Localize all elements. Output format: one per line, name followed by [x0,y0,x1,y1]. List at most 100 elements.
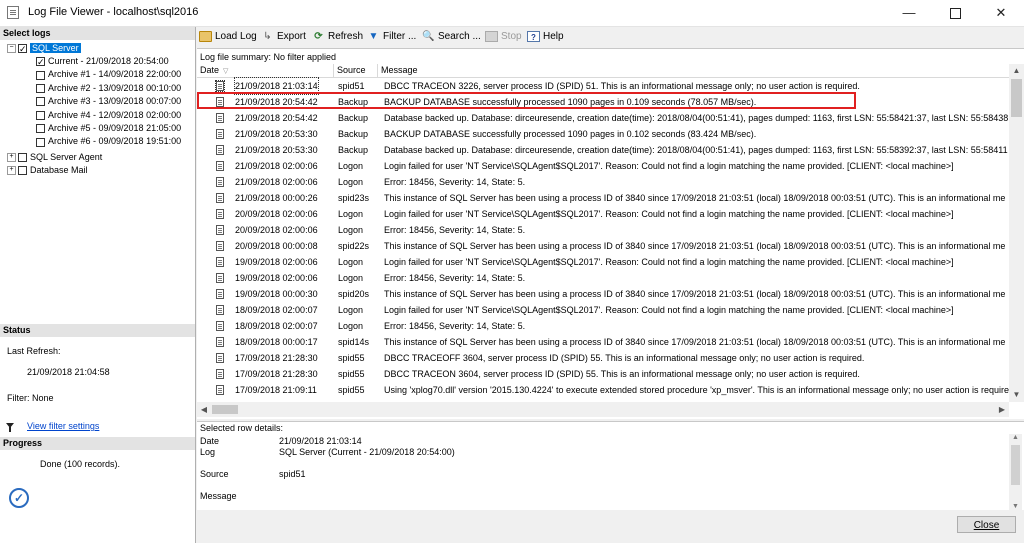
progress-heading: Progress [0,437,195,450]
tree-node-log-archive[interactable]: ✓ Current - 21/09/2018 20:54:00 [36,55,169,68]
filter-button[interactable]: ▼ Filter ... [367,29,417,45]
log-archive-checkbox[interactable] [36,124,45,134]
log-entry-icon [216,273,224,283]
stop-button[interactable]: Stop [485,29,522,45]
tree-node-log-archive[interactable]: Archive #3 - 13/09/2018 00:07:00 [36,95,181,108]
expand-icon[interactable]: + [7,153,16,163]
column-header-date[interactable]: Date ▽ [197,64,334,77]
close-button[interactable]: Close [957,516,1016,533]
filter-status: Filter: None [7,393,54,403]
last-refresh-label: Last Refresh: [7,346,61,356]
expand-icon[interactable]: + [7,166,16,176]
horizontal-scroll-thumb[interactable] [212,405,238,414]
column-header-source[interactable]: Source [334,64,378,77]
maximize-button[interactable] [932,0,978,26]
cell-message: This instance of SQL Server has been usi… [384,241,1006,251]
view-filter-settings-link[interactable]: View filter settings [27,421,99,431]
table-row[interactable]: 20/09/2018 00:00:08 spid22s This instance … [197,238,1009,254]
table-row[interactable]: 21/09/2018 20:53:30 Backup Database backed… [197,142,1009,158]
tree-node-sql-server[interactable]: − ✓ SQL Server [7,42,81,55]
scroll-right-arrow-icon[interactable]: ▶ [995,402,1009,417]
vertical-scroll-thumb[interactable] [1011,79,1022,117]
tree-node-sql-server-agent[interactable]: + SQL Server Agent [7,151,102,164]
log-archive-checkbox[interactable] [36,110,45,120]
table-row[interactable]: 21/09/2018 21:03:14 spid51 DBCC TRACEON 32… [197,77,1009,95]
cell-source: Logon [338,177,364,187]
log-entry-icon [216,193,224,203]
log-entry-icon [216,337,224,347]
scroll-left-arrow-icon[interactable]: ◀ [197,402,211,417]
table-row[interactable]: 20/09/2018 02:00:06 Logon Login failed for… [197,206,1009,222]
export-button[interactable]: ↳ Export [261,29,306,45]
sql-server-checkbox[interactable]: ✓ [18,44,27,54]
cell-date: 21/09/2018 20:54:42 [235,113,318,123]
log-entry-icon [216,145,224,155]
cell-message: DBCC TRACEON 3604, server process ID (SP… [384,369,860,379]
table-row[interactable]: 21/09/2018 20:54:42 Backup BACKUP DATABASE… [197,94,1009,110]
sql-server-agent-checkbox[interactable] [18,153,27,163]
table-row[interactable]: 21/09/2018 00:00:26 spid23s This instance … [197,190,1009,206]
column-header-message[interactable]: Message [378,64,1009,77]
cell-message: BACKUP DATABASE successfully processed 1… [384,97,757,107]
tree-node-log-archive[interactable]: Archive #6 - 09/09/2018 19:51:00 [36,135,181,148]
minimize-button[interactable]: — [886,0,932,26]
tree-node-log-archive[interactable]: Archive #1 - 14/09/2018 22:00:00 [36,68,181,81]
tree-node-log-archive[interactable]: Archive #4 - 12/09/2018 02:00:00 [36,109,181,122]
row-details-pane: Selected row details: Date 21/09/2018 21… [197,421,1024,510]
cell-date: 18/09/2018 00:00:17 [235,337,318,347]
help-button[interactable]: ? Help [527,29,564,45]
collapse-icon[interactable]: − [7,44,16,54]
cell-message: BACKUP DATABASE successfully processed 1… [384,129,757,139]
log-entry-icon [216,289,224,299]
tree-node-log-archive[interactable]: Archive #2 - 13/09/2018 00:10:00 [36,82,181,95]
log-entry-icon [216,353,224,363]
table-row[interactable]: 17/09/2018 21:28:30 spid55 DBCC TRACEOFF 3… [197,350,1009,366]
cell-source: Logon [338,273,364,283]
tree-node-log-archive[interactable]: Archive #5 - 09/09/2018 21:05:00 [36,122,181,135]
close-window-button[interactable]: ✕ [978,0,1024,26]
table-row[interactable]: 19/09/2018 02:00:06 Logon Login failed for… [197,254,1009,270]
database-mail-checkbox[interactable] [18,166,27,176]
refresh-button[interactable]: ⟳ Refresh [312,29,363,45]
table-row[interactable]: 20/09/2018 02:00:06 Logon Error: 18456, Se… [197,222,1009,238]
details-scroll-up-icon[interactable]: ▲ [1009,434,1022,441]
log-archive-checkbox[interactable] [36,137,45,147]
title-bar: Log File Viewer - localhost\sql2016 — ✕ [0,0,1024,27]
table-row[interactable]: 19/09/2018 02:00:06 Logon Error: 18456, Se… [197,270,1009,286]
filter-label: Filter ... [383,31,417,42]
table-row[interactable]: 18/09/2018 02:00:07 Logon Error: 18456, Se… [197,318,1009,334]
table-row[interactable]: 17/09/2018 21:28:30 spid55 DBCC TRACEON 36… [197,366,1009,382]
search-button[interactable]: 🔍 Search ... [422,29,481,45]
table-row[interactable]: 17/09/2018 21:09:11 spid55 Using 'xplog70.… [197,382,1009,398]
load-log-button[interactable]: Load Log [199,29,257,45]
log-archive-checkbox[interactable] [36,83,45,93]
table-row[interactable]: 21/09/2018 20:54:42 Backup Database backed… [197,110,1009,126]
table-row[interactable]: 18/09/2018 02:00:07 Logon Login failed for… [197,302,1009,318]
log-archive-checkbox[interactable] [36,97,45,107]
progress-text: Done (100 records). [40,459,121,469]
scroll-down-arrow-icon[interactable]: ▼ [1009,388,1024,402]
log-archive-checkbox[interactable]: ✓ [36,57,45,67]
table-row[interactable]: 18/09/2018 00:00:17 spid14s This instance … [197,334,1009,350]
cell-message: Error: 18456, Severity: 14, State: 5. [384,273,526,283]
tree-node-database-mail[interactable]: + Database Mail [7,164,88,177]
table-row[interactable]: 21/09/2018 20:53:30 Backup BACKUP DATABASE… [197,126,1009,142]
table-row[interactable]: 19/09/2018 00:00:30 spid20s This instance … [197,286,1009,302]
tree-node-label: Database Mail [30,165,88,175]
table-row[interactable]: 21/09/2018 02:00:06 Logon Login failed for… [197,158,1009,174]
log-archive-checkbox[interactable] [36,70,45,80]
help-label: Help [543,31,564,42]
scroll-up-arrow-icon[interactable]: ▲ [1009,64,1024,78]
cell-source: spid22s [338,241,370,251]
cell-message: Database backed up. Database: dirceurese… [384,113,1009,123]
log-grid[interactable]: Date ▽ Source Message 21/09/2018 21:03:14… [197,64,1009,402]
details-scroll-thumb[interactable] [1011,445,1020,485]
details-scroll-down-icon[interactable]: ▼ [1009,503,1022,510]
grid-vertical-scrollbar[interactable]: ▲ ▼ [1009,64,1024,402]
grid-horizontal-scrollbar[interactable]: ◀ ▶ [197,402,1009,417]
log-entry-icon [216,209,224,219]
cell-date: 19/09/2018 02:00:06 [235,257,318,267]
status-heading: Status [0,324,195,337]
table-row[interactable]: 21/09/2018 02:00:06 Logon Error: 18456, Se… [197,174,1009,190]
details-vertical-scrollbar[interactable]: ▲ ▼ [1009,434,1022,510]
